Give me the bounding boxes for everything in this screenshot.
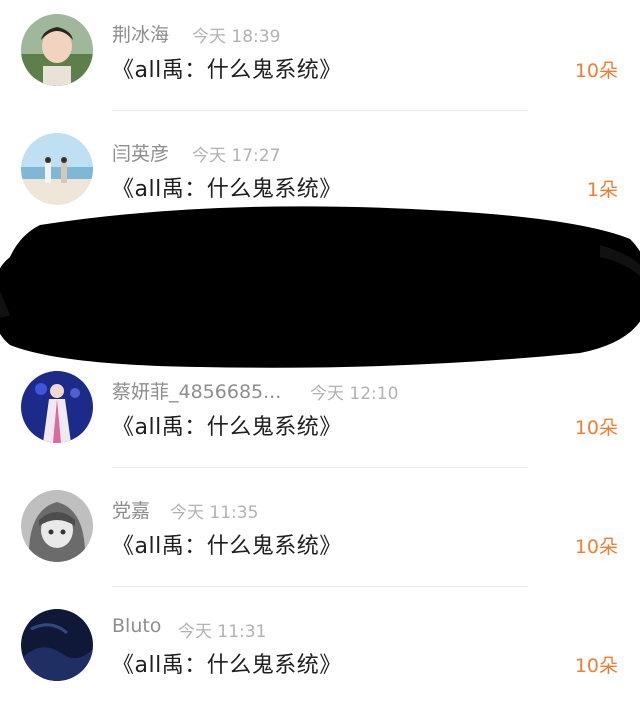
- work-title[interactable]: 《all禹：什么鬼系统》: [112, 647, 342, 679]
- anime-girl-avatar[interactable]: [21, 490, 93, 562]
- row-divider: [112, 348, 528, 349]
- list-item[interactable]: Bluto 今天 11:31 《all禹：什么鬼系统》 10朵: [0, 595, 640, 714]
- work-title[interactable]: 《all禹：什么鬼系统》: [112, 171, 342, 203]
- list-item[interactable]: 蔡妍菲_4856685... 今天 12:10 《all禹：什么鬼系统》 10朵: [0, 357, 640, 476]
- list-item[interactable]: 荆冰海 今天 18:39 《all禹：什么鬼系统》 10朵: [0, 0, 640, 119]
- dark-blue-avatar[interactable]: [21, 609, 93, 681]
- flower-count: 10朵: [574, 60, 618, 82]
- list-item[interactable]: 党嘉 今天 11:35 《all禹：什么鬼系统》 10朵: [0, 476, 640, 595]
- flower-count: 10朵: [574, 655, 618, 677]
- boy-portrait-avatar[interactable]: [21, 14, 93, 86]
- row-divider: [112, 110, 528, 111]
- timestamp: 今天 11:35: [170, 503, 259, 523]
- flower-count: 10朵: [574, 417, 618, 439]
- row-divider: [112, 467, 528, 468]
- stage-performer-avatar[interactable]: [21, 371, 93, 443]
- user-name[interactable]: 蔡妍菲_4856685...: [112, 377, 281, 404]
- row-divider: [112, 586, 528, 587]
- work-title[interactable]: 《all禹：什么鬼系统》: [112, 52, 342, 84]
- flower-count: 1朵: [586, 179, 618, 201]
- timestamp: 今天 11:31: [178, 622, 267, 642]
- user-name[interactable]: 党嘉: [112, 496, 150, 523]
- row-divider: [112, 229, 528, 230]
- redacted-avatar[interactable]: [21, 252, 93, 324]
- work-title[interactable]: 《all禹：什么鬼系统》: [112, 528, 342, 560]
- flower-count: 10朵: [574, 298, 618, 320]
- timestamp: 今天 17:27: [192, 146, 281, 166]
- timestamp: 今天 18:39: [192, 27, 281, 47]
- user-name[interactable]: 闫英彦: [112, 139, 169, 166]
- beach-couple-avatar[interactable]: [21, 133, 93, 205]
- work-title[interactable]: 《all禹：什么鬼系统》: [112, 409, 342, 441]
- flower-count: 10朵: [574, 536, 618, 558]
- user-name[interactable]: Bluto: [112, 615, 161, 637]
- timestamp: 今天 12:10: [310, 384, 399, 404]
- user-name[interactable]: 荆冰海: [112, 20, 169, 47]
- list-item[interactable]: 闫英彦 今天 17:27 《all禹：什么鬼系统》 1朵: [0, 119, 640, 238]
- list-item[interactable]: 10朵: [0, 238, 640, 357]
